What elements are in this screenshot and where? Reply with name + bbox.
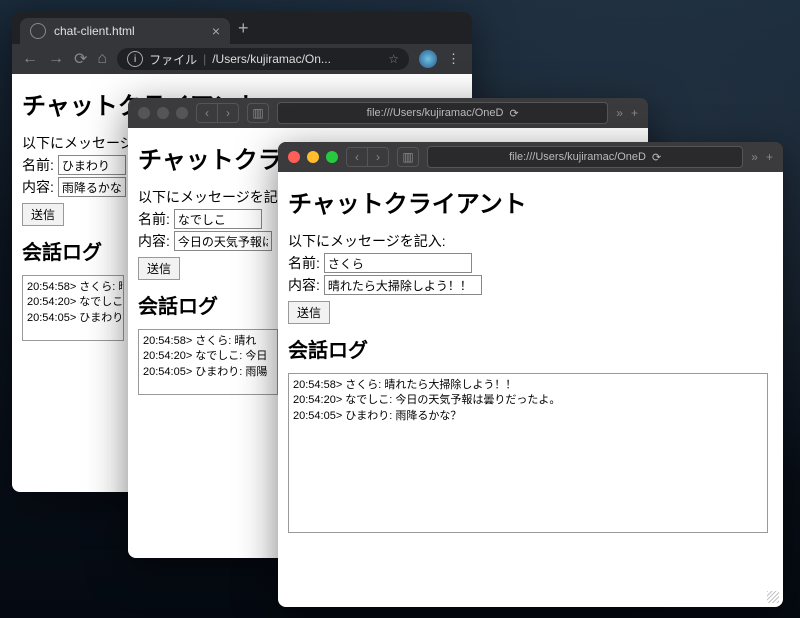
address-bar[interactable]: file:///Users/kujiramac/OneD ⟳ [277,102,608,124]
body-input[interactable] [58,177,126,197]
zoom-icon[interactable] [176,107,188,119]
addr-prefix: ファイル [149,51,197,68]
log-box[interactable]: 20:54:58> さくら: 晴 20:54:20> なでしこ 20:54:05… [22,275,124,341]
url-text: file:///Users/kujiramac/OneD [367,107,504,119]
zoom-icon[interactable] [326,151,338,163]
minimize-icon[interactable] [157,107,169,119]
traffic-lights[interactable] [138,107,188,119]
menu-icon[interactable]: ⋮ [447,51,462,67]
addr-path: /Users/kujiramac/On... [212,52,331,66]
resize-grip-icon[interactable] [767,591,779,603]
close-icon[interactable] [138,107,150,119]
prompt-text: 以下にメッセージを記入: [288,231,773,251]
overflow-icon[interactable]: » [616,106,623,120]
reload-icon[interactable]: ⟳ [74,49,87,69]
minimize-icon[interactable] [307,151,319,163]
traffic-lights[interactable] [288,151,338,163]
extension-icon[interactable] [419,50,437,68]
address-bar[interactable]: file:///Users/kujiramac/OneD ⟳ [427,146,743,168]
log-box[interactable]: 20:54:58> さくら: 晴れたら大掃除しよう！！ 20:54:20> なで… [288,373,768,533]
page-title: チャットクライアント [288,184,773,219]
sidebar-icon[interactable]: ▥ [397,147,419,167]
chrome-toolbar: ← → ⟳ ⌂ i ファイル | /Users/kujiramac/On... … [12,44,472,74]
reload-icon[interactable]: ⟳ [652,151,661,164]
reload-icon[interactable]: ⟳ [510,107,519,120]
forward-icon[interactable]: › [218,103,239,123]
forward-icon[interactable]: › [368,147,389,167]
name-label: 名前: [288,253,320,273]
body-input[interactable] [324,275,482,295]
new-tab-icon[interactable]: + [766,150,773,164]
globe-icon [30,23,46,39]
back-icon[interactable]: ‹ [196,103,218,123]
close-icon[interactable] [288,151,300,163]
new-tab-button[interactable]: + [238,18,249,39]
info-icon: i [127,51,143,67]
body-label: 内容: [288,275,320,295]
back-icon[interactable]: ‹ [346,147,368,167]
chrome-tabbar: chat-client.html × + [12,12,472,44]
safari-window-b: ‹ › ▥ file:///Users/kujiramac/OneD ⟳ » +… [278,142,783,607]
url-text: file:///Users/kujiramac/OneD [509,151,646,163]
new-tab-icon[interactable]: + [631,106,638,120]
name-label: 名前: [22,155,54,175]
body-label: 内容: [22,177,54,197]
address-bar[interactable]: i ファイル | /Users/kujiramac/On... ☆ [117,48,409,70]
name-input[interactable] [174,209,262,229]
overflow-icon[interactable]: » [751,150,758,164]
sidebar-icon[interactable]: ▥ [247,103,269,123]
log-title: 会話ログ [288,334,773,363]
page-content: チャットクライアント 以下にメッセージを記入: 名前: 内容: 送信 会話ログ … [278,172,783,607]
back-icon[interactable]: ← [22,50,38,68]
close-tab-icon[interactable]: × [212,23,220,39]
titlebar[interactable]: ‹ › ▥ file:///Users/kujiramac/OneD ⟳ » + [278,142,783,172]
browser-tab[interactable]: chat-client.html × [20,18,230,44]
star-icon[interactable]: ☆ [388,52,399,66]
body-label: 内容: [138,231,170,251]
name-label: 名前: [138,209,170,229]
name-input[interactable] [324,253,472,273]
forward-icon[interactable]: → [48,50,64,68]
body-input[interactable] [174,231,272,251]
send-button[interactable]: 送信 [138,257,180,280]
send-button[interactable]: 送信 [288,301,330,324]
name-input[interactable] [58,155,126,175]
titlebar[interactable]: ‹ › ▥ file:///Users/kujiramac/OneD ⟳ » + [128,98,648,128]
log-box[interactable]: 20:54:58> さくら: 晴れ 20:54:20> なでしこ: 今日 20:… [138,329,278,395]
home-icon[interactable]: ⌂ [97,50,107,68]
send-button[interactable]: 送信 [22,203,64,226]
tab-title: chat-client.html [54,24,135,38]
